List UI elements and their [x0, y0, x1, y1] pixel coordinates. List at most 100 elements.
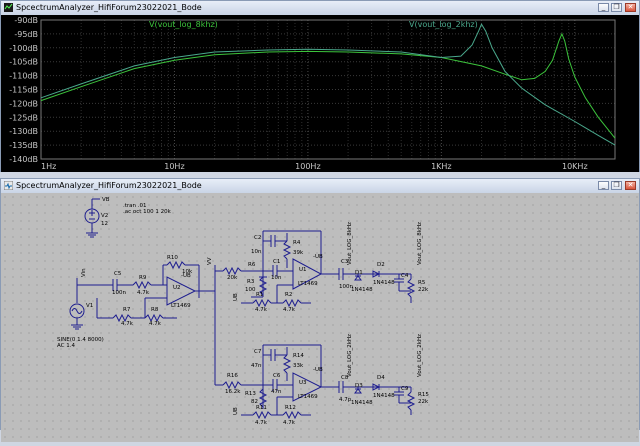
waveform-app-icon [4, 3, 13, 12]
r9-ref: R9 [139, 275, 147, 281]
r7-value: 4.7k [121, 321, 134, 327]
minimize-button[interactable]: _ [598, 3, 609, 12]
x-tick-label: 10Hz [164, 162, 184, 171]
r6-value: 20k [227, 275, 238, 281]
r3-value: 100 [245, 287, 256, 293]
x-tick-label: 1Hz [41, 162, 56, 171]
r11-value: 4.7k [255, 420, 268, 426]
minimize-button[interactable]: _ [598, 181, 609, 190]
d3-value: 1N4148 [351, 400, 373, 406]
r12-value: 4.7k [283, 420, 296, 426]
y-tick-label: -135dB [9, 141, 38, 150]
c6-ref: C6 [273, 373, 281, 379]
u2-value: LT1469 [171, 303, 191, 309]
u3-ref: U3 [299, 380, 307, 386]
y-tick-label: -125dB [9, 113, 38, 122]
x-tick-label: 100Hz [295, 162, 320, 171]
vout-8khz-tap-label: Vout_LOG_8kHz [347, 222, 353, 265]
plot-frame [40, 19, 616, 160]
c5-ref: C5 [114, 271, 122, 277]
vout-2khz-tap-label: Vout_LOG_2kHz [347, 334, 353, 377]
c2-value: 10n [251, 249, 262, 255]
v2-value: 12 [101, 221, 108, 227]
restore-button[interactable]: ❐ [611, 181, 622, 190]
v1-ref: V1 [86, 303, 93, 309]
r2-value: 4.7k [283, 307, 296, 313]
filter-2khz[interactable]: R16 16.2k C7 47n R14 33k C6 47n R13 82 U… [215, 344, 429, 426]
schematic-drawing[interactable]: VB V2 12 .tran .01 .ac oct 100 1 20k V1 … [1, 193, 639, 442]
series-line [40, 23, 616, 146]
waveform-window-title: SpcectrumAnalyzer_HifiForum23022021_Bode [16, 3, 202, 12]
schematic-app-icon [4, 181, 13, 190]
input-stage[interactable]: C5 100n R9 4.7k R10 10k U2 LT1469 R7 4.7… [77, 255, 215, 327]
y-axis-ticks: -90dB -95dB -100dB -105dB -110dB -115dB -120dB… [9, 16, 38, 164]
y-tick-label: -140dB [9, 155, 38, 164]
r14-value: 33k [293, 363, 304, 369]
u3-value: LT1469 [298, 394, 318, 400]
plot-traces [40, 23, 616, 146]
schematic-window-titlebar[interactable]: SpcectrumAnalyzer_HifiForum23022021_Bode… [1, 179, 639, 194]
d1-value: 1N4148 [351, 287, 373, 293]
r16-ref: R16 [227, 373, 238, 379]
plot-legend[interactable]: V(vout_log_8khz) V(vout_log_2khz) [149, 20, 478, 29]
c9-ref: C9 [401, 386, 409, 392]
vin-net-label: Vin [81, 268, 87, 277]
r2-ref: R2 [285, 292, 292, 298]
u2-ref: U2 [173, 285, 181, 291]
r9-value: 4.7k [137, 290, 150, 296]
close-button[interactable]: ✕ [625, 181, 636, 190]
vb-net-label: VB [102, 197, 110, 203]
u3-ub-label: -UB [313, 367, 323, 373]
waveform-window[interactable]: SpcectrumAnalyzer_HifiForum23022021_Bode… [0, 0, 640, 172]
c5-value: 100n [112, 290, 126, 296]
r1-ref: R1 [256, 292, 263, 298]
v1-value-ac: AC 1.4 [57, 343, 76, 349]
y-tick-label: -90dB [14, 16, 38, 25]
schematic-window[interactable]: SpcectrumAnalyzer_HifiForum23022021_Bode… [0, 178, 640, 442]
ac-directive[interactable]: .ac oct 100 1 20k [123, 209, 172, 215]
bode-plot-canvas[interactable]: -90dB -95dB -100dB -105dB -110dB -115dB -120dB… [1, 15, 639, 172]
c4-ref: C4 [401, 273, 409, 279]
legend-entry[interactable]: V(vout_log_8khz) [149, 20, 218, 29]
ub-label-8k: UB [233, 293, 239, 301]
c1-ref: C1 [273, 259, 280, 265]
r13-ref: R13 [245, 391, 256, 397]
d4-value: 1N4148 [373, 393, 395, 399]
r16-value: 16.2k [225, 389, 241, 395]
y-tick-label: -110dB [9, 72, 38, 81]
r7-ref: R7 [123, 307, 131, 313]
r1-value: 4.7k [255, 307, 268, 313]
c8-value: 4.7p [339, 397, 352, 403]
y-tick-label: -105dB [9, 58, 38, 67]
waveform-window-titlebar[interactable]: SpcectrumAnalyzer_HifiForum23022021_Bode… [1, 1, 639, 16]
u1-ref: U1 [299, 267, 307, 273]
r3-ref: R3 [247, 279, 255, 285]
c7-ref: C7 [254, 349, 262, 355]
v2-ref: V2 [101, 213, 108, 219]
r11-ref: R11 [256, 405, 267, 411]
c2-ref: C2 [254, 235, 261, 241]
close-button[interactable]: ✕ [625, 3, 636, 12]
filter-8khz[interactable]: R6 20k C2 10n R4 39k C1 10n R3 100 U1 LT… [215, 230, 429, 313]
schematic-canvas[interactable]: VB V2 12 .tran .01 .ac oct 100 1 20k V1 … [1, 193, 639, 442]
legend-entry[interactable]: V(vout_log_2khz) [409, 20, 478, 29]
d1-ref: D1 [355, 270, 363, 276]
r8-ref: R8 [151, 307, 159, 313]
r10-ref: R10 [167, 255, 178, 261]
x-tick-label: 10KHz [562, 162, 588, 171]
r15-ref: R15 [418, 392, 429, 398]
vv-net-label: VV [207, 257, 213, 265]
r15-value: 22k [418, 399, 429, 405]
r5-ref: R5 [418, 280, 426, 286]
bode-plot[interactable]: -90dB -95dB -100dB -105dB -110dB -115dB -120dB… [1, 15, 639, 172]
r4-ref: R4 [293, 240, 301, 246]
restore-button[interactable]: ❐ [611, 3, 622, 12]
u1-value: LT1469 [298, 281, 318, 287]
v2-supply[interactable]: VB V2 12 [84, 197, 110, 238]
r8-value: 4.7k [149, 321, 162, 327]
d4-ref: D4 [377, 375, 385, 381]
r6-ref: R6 [248, 262, 256, 268]
u1-ub-label: -UB [313, 254, 323, 260]
d2-ref: D2 [377, 262, 385, 268]
y-tick-label: -100dB [9, 44, 38, 53]
